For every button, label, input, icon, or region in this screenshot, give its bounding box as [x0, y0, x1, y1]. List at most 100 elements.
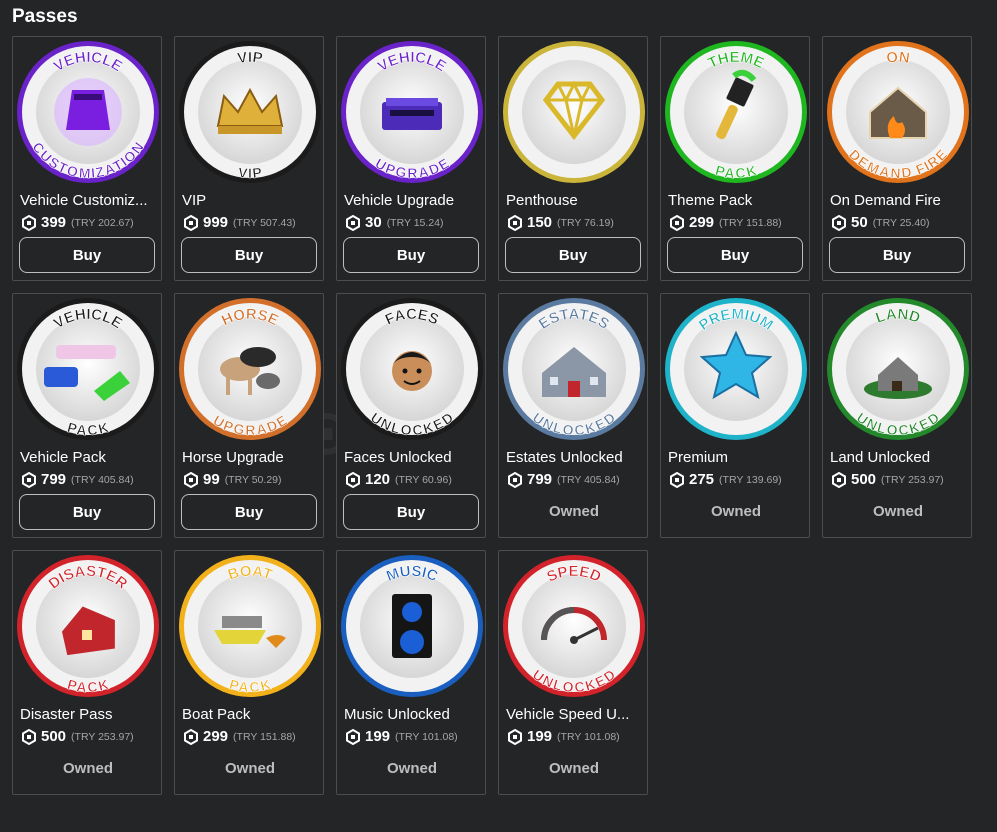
pass-card[interactable]: VEHICLE PACK Vehicle Pack 799 (TRY 405.84) Bu… — [12, 293, 162, 538]
buy-button[interactable]: Buy — [343, 237, 479, 273]
pass-card[interactable]: ESTATES UNLOCKED Estates Unlocked 799 (TRY 4… — [498, 293, 648, 538]
purple-car-icon[interactable]: VEHICLE CUSTOMIZATION — [16, 40, 160, 184]
pass-name[interactable]: Vehicle Customiz... — [20, 192, 160, 209]
local-price: (TRY 60.96) — [395, 473, 452, 486]
robux-icon — [345, 471, 361, 488]
pass-name[interactable]: Horse Upgrade — [182, 449, 322, 466]
pass-name[interactable]: Music Unlocked — [344, 706, 484, 723]
robux-icon — [669, 214, 685, 231]
local-price: (TRY 507.43) — [233, 216, 296, 229]
pass-card[interactable]: BOAT PACK Boat Pack 299 (TRY 151.88) Owned — [174, 550, 324, 795]
pass-card[interactable]: Penthouse 150 (TRY 76.19) Buy — [498, 36, 648, 281]
pass-card[interactable]: VEHICLE CUSTOMIZATION Vehicle Customiz... 3… — [12, 36, 162, 281]
robux-price: 30 — [365, 214, 382, 231]
robux-price: 99 — [203, 471, 220, 488]
price-row: 500 (TRY 253.97) — [831, 471, 944, 488]
speedometer-icon[interactable]: SPEED UNLOCKED — [502, 554, 646, 698]
robux-icon — [183, 728, 199, 745]
robux-price: 199 — [527, 728, 553, 745]
robux-price: 299 — [689, 214, 715, 231]
local-price: (TRY 405.84) — [71, 473, 134, 486]
pass-name[interactable]: Premium — [668, 449, 808, 466]
price-row: 199 (TRY 101.08) — [507, 728, 620, 745]
pass-name[interactable]: VIP — [182, 192, 322, 209]
pass-card[interactable]: VIP VIP VIP 999 (TRY 507.43) Buy — [174, 36, 324, 281]
local-price: (TRY 405.84) — [557, 473, 620, 486]
svg-text:VIP: VIP — [237, 164, 262, 181]
price-row: 799 (TRY 405.84) — [21, 471, 134, 488]
local-price: (TRY 76.19) — [557, 216, 614, 229]
buy-button[interactable]: Buy — [505, 237, 641, 273]
land-house-icon[interactable]: LAND UNLOCKED — [826, 297, 970, 441]
buy-button[interactable]: Buy — [181, 494, 317, 530]
robux-price: 199 — [365, 728, 391, 745]
robux-icon — [507, 728, 523, 745]
cars-icon[interactable]: VEHICLE PACK — [16, 297, 160, 441]
section-title: Passes — [12, 6, 78, 27]
pass-card[interactable]: FACES UNLOCKED Faces Unlocked 120 (TRY 60.96… — [336, 293, 486, 538]
buy-button[interactable]: Buy — [19, 494, 155, 530]
pass-name[interactable]: Theme Pack — [668, 192, 808, 209]
price-row: 299 (TRY 151.88) — [183, 728, 296, 745]
pass-name[interactable]: Estates Unlocked — [506, 449, 646, 466]
price-row: 299 (TRY 151.88) — [669, 214, 782, 231]
pass-name[interactable]: Vehicle Upgrade — [344, 192, 484, 209]
robux-price: 275 — [689, 471, 715, 488]
robux-icon — [831, 471, 847, 488]
pass-name[interactable]: Vehicle Pack — [20, 449, 160, 466]
face-icon[interactable]: FACES UNLOCKED — [340, 297, 484, 441]
robux-icon — [21, 728, 37, 745]
pass-card[interactable]: LAND UNLOCKED Land Unlocked 500 (TRY 253.97)… — [822, 293, 972, 538]
pass-name[interactable]: On Demand Fire — [830, 192, 970, 209]
pass-card[interactable]: THEME PACK Theme Pack 299 (TRY 151.88) Buy — [660, 36, 810, 281]
speaker-icon[interactable]: MUSIC — [340, 554, 484, 698]
robux-icon — [345, 214, 361, 231]
robux-price: 799 — [527, 471, 553, 488]
burning-house-icon[interactable]: ON DEMAND FIRE — [826, 40, 970, 184]
engine-box-icon[interactable]: VEHICLE UPGRADE — [340, 40, 484, 184]
local-price: (TRY 101.08) — [557, 730, 620, 743]
pass-name[interactable]: Disaster Pass — [20, 706, 160, 723]
pass-name[interactable]: Land Unlocked — [830, 449, 970, 466]
svg-text:VIP: VIP — [236, 49, 264, 67]
pass-card[interactable]: DISASTER PACK Disaster Pass 500 (TRY 253.97)… — [12, 550, 162, 795]
buy-button[interactable]: Buy — [19, 237, 155, 273]
price-row: 500 (TRY 253.97) — [21, 728, 134, 745]
robux-price: 120 — [365, 471, 391, 488]
buy-button[interactable]: Buy — [667, 237, 803, 273]
horses-icon[interactable]: HORSE UPGRADE — [178, 297, 322, 441]
robux-icon — [507, 471, 523, 488]
pass-card[interactable]: VEHICLE UPGRADE Vehicle Upgrade 30 (TRY 15.2… — [336, 36, 486, 281]
buy-button[interactable]: Buy — [343, 494, 479, 530]
owned-label: Owned — [224, 760, 275, 777]
boats-icon[interactable]: BOAT PACK — [178, 554, 322, 698]
local-price: (TRY 151.88) — [233, 730, 296, 743]
robux-price: 999 — [203, 214, 229, 231]
pass-name[interactable]: Boat Pack — [182, 706, 322, 723]
pass-name[interactable]: Vehicle Speed U... — [506, 706, 646, 723]
paintbrush-icon[interactable]: THEME PACK — [664, 40, 808, 184]
pass-card[interactable]: ON DEMAND FIRE On Demand Fire 50 (TRY 25.40)… — [822, 36, 972, 281]
buy-button[interactable]: Buy — [181, 237, 317, 273]
pass-card[interactable]: PREMIUM Premium 275 (TRY 139.69) Owned — [660, 293, 810, 538]
local-price: (TRY 139.69) — [719, 473, 782, 486]
owned-label: Owned — [548, 503, 599, 520]
pass-name[interactable]: Penthouse — [506, 192, 646, 209]
pass-card[interactable]: MUSIC Music Unlocked 199 (TRY 101.08) Owned — [336, 550, 486, 795]
local-price: (TRY 151.88) — [719, 216, 782, 229]
pass-name[interactable]: Faces Unlocked — [344, 449, 484, 466]
robux-price: 150 — [527, 214, 553, 231]
star-icon[interactable]: PREMIUM — [664, 297, 808, 441]
price-row: 199 (TRY 101.08) — [345, 728, 458, 745]
diamond-icon[interactable] — [502, 40, 646, 184]
owned-label: Owned — [62, 760, 113, 777]
pass-card[interactable]: HORSE UPGRADE Horse Upgrade 99 (TRY 50.29) Bu… — [174, 293, 324, 538]
mansion-icon[interactable]: ESTATES UNLOCKED — [502, 297, 646, 441]
buy-button[interactable]: Buy — [829, 237, 965, 273]
robux-icon — [183, 214, 199, 231]
broken-house-icon[interactable]: DISASTER PACK — [16, 554, 160, 698]
pass-card[interactable]: SPEED UNLOCKED Vehicle Speed U... 199 (TRY 1… — [498, 550, 648, 795]
price-row: 799 (TRY 405.84) — [507, 471, 620, 488]
crown-icon[interactable]: VIP VIP — [178, 40, 322, 184]
passes-grid: VEHICLE CUSTOMIZATION Vehicle Customiz... 3… — [12, 36, 972, 795]
